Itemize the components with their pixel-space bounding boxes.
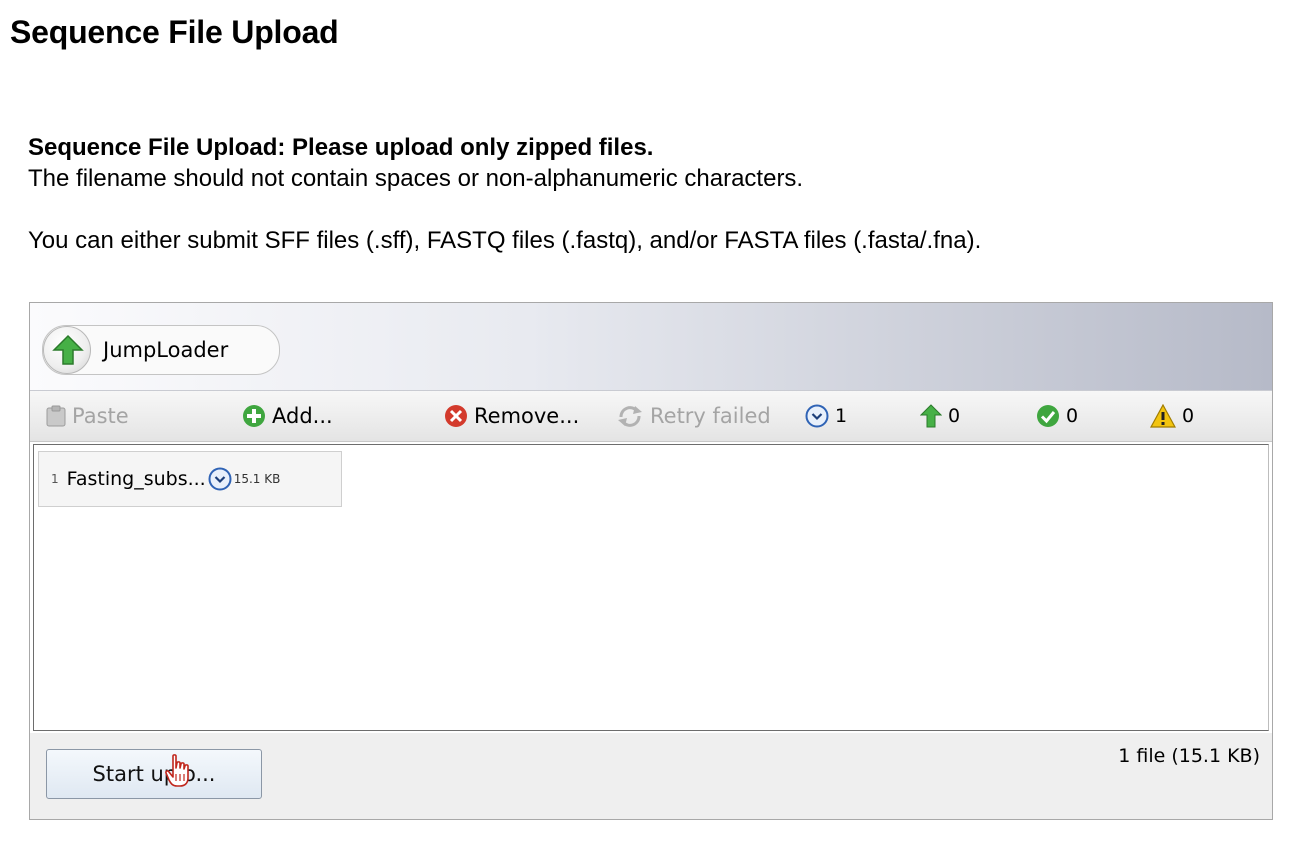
upload-arrow-icon xyxy=(43,326,91,374)
filename-rule-text: The filename should not contain spaces o… xyxy=(28,165,804,192)
file-index: 1 xyxy=(51,472,59,486)
file-item[interactable]: 1 Fasting_subs... 15.1 KB xyxy=(38,451,342,507)
add-icon xyxy=(243,405,265,427)
clipboard-icon xyxy=(46,405,66,427)
brand-label: JumpLoader xyxy=(103,338,229,362)
file-size: 15.1 KB xyxy=(233,472,281,486)
applet-toolbar: Paste Add... Remove... Retry failed 1 0 … xyxy=(30,391,1272,442)
pending-clock-icon xyxy=(805,404,829,428)
completed-count: 0 xyxy=(1036,401,1078,431)
pending-clock-icon xyxy=(208,467,232,491)
applet-header: JumpLoader xyxy=(30,303,1272,391)
file-name: Fasting_subs... xyxy=(66,468,206,490)
file-types-text: You can either submit SFF files (.sff), … xyxy=(28,227,982,254)
warning-icon xyxy=(1150,404,1176,428)
failed-count-value: 0 xyxy=(1182,405,1195,427)
remove-button[interactable]: Remove... xyxy=(444,401,579,431)
checkmark-icon xyxy=(1037,405,1059,427)
retry-failed-button[interactable]: Retry failed xyxy=(616,401,771,431)
queued-count-value: 1 xyxy=(835,405,848,427)
file-summary: 1 file (15.1 KB) xyxy=(1118,745,1260,767)
refresh-icon xyxy=(618,406,642,427)
uploading-count-value: 0 xyxy=(948,405,961,427)
jumploader-brand[interactable]: JumpLoader xyxy=(42,325,280,375)
applet-footer: Start uplo... 1 file (15.1 KB) xyxy=(30,733,1272,819)
remove-icon xyxy=(445,405,467,427)
upload-instructions: Sequence File Upload: Please upload only… xyxy=(28,132,981,256)
page-title: Sequence File Upload xyxy=(10,14,339,50)
file-list: 1 Fasting_subs... 15.1 KB xyxy=(33,444,1269,731)
queued-count: 1 xyxy=(805,401,847,431)
completed-count-value: 0 xyxy=(1066,405,1079,427)
uploading-count: 0 xyxy=(920,401,960,431)
failed-count: 0 xyxy=(1150,401,1194,431)
add-label: Add... xyxy=(272,404,333,428)
retry-failed-label: Retry failed xyxy=(650,404,771,428)
paste-button[interactable]: Paste xyxy=(46,401,129,431)
jumploader-applet: JumpLoader Paste Add... Remove... Retry … xyxy=(29,302,1273,820)
remove-label: Remove... xyxy=(474,404,580,428)
start-upload-button[interactable]: Start uplo... xyxy=(46,749,262,799)
hand-cursor-icon xyxy=(165,754,189,787)
add-button[interactable]: Add... xyxy=(242,401,333,431)
instructions-heading: Sequence File Upload: Please upload only… xyxy=(28,134,654,161)
paste-label: Paste xyxy=(72,404,129,428)
up-arrow-icon xyxy=(920,404,942,428)
